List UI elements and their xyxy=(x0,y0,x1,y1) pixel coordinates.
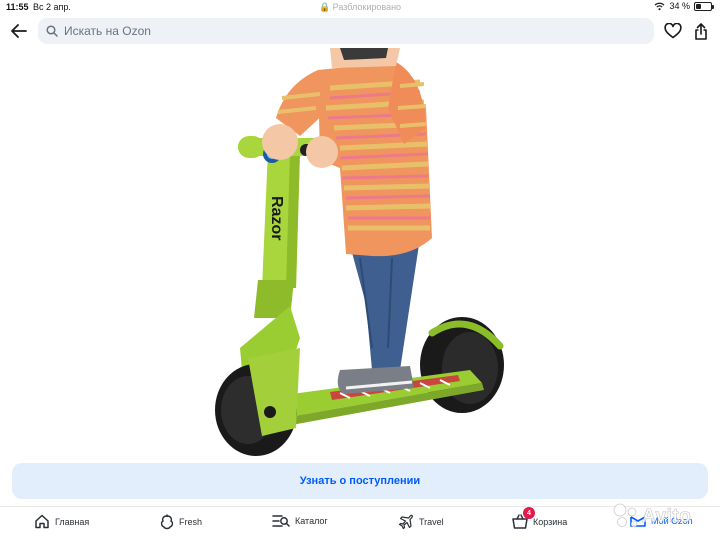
tab-home[interactable]: Главная xyxy=(34,514,89,529)
tab-cart-label: Корзина xyxy=(533,516,568,527)
tab-travel[interactable]: Travel xyxy=(398,514,444,530)
avito-watermark: Avito xyxy=(612,500,712,534)
battery-fill xyxy=(696,3,701,9)
lock-icon: 🔒 xyxy=(318,2,331,12)
tab-fresh[interactable]: Fresh xyxy=(160,514,202,530)
share-icon xyxy=(695,22,707,40)
cart-count-badge: 4 xyxy=(523,507,535,519)
catalog-icon xyxy=(272,515,290,527)
header xyxy=(0,16,720,46)
battery-percent: 34 % xyxy=(669,1,690,11)
status-bar: 11:55 Вс 2 апр. 🔒 Разблокировано 34 % xyxy=(0,0,720,14)
lock-status: 🔒 Разблокировано xyxy=(0,2,720,13)
notify-me-button[interactable]: Узнать о поступлении xyxy=(12,463,708,499)
wifi-icon xyxy=(655,2,665,10)
ozon-product-page: 11:55 Вс 2 апр. 🔒 Разблокировано 34 % Ис… xyxy=(0,0,720,540)
avito-logo-icon xyxy=(613,503,638,528)
avito-watermark-text: Avito xyxy=(642,506,692,528)
share-button[interactable] xyxy=(690,20,712,42)
tab-home-label: Главная xyxy=(55,516,90,527)
status-right: 34 % xyxy=(654,1,714,11)
cart-icon-wrap: 4 xyxy=(512,507,535,529)
home-icon xyxy=(35,514,49,529)
tab-fresh-label: Fresh xyxy=(179,517,203,527)
fresh-icon xyxy=(160,514,174,530)
brand-text: Razor xyxy=(268,196,285,240)
tab-catalog[interactable]: Каталог xyxy=(272,514,328,528)
tab-cart[interactable]: 4 Корзина xyxy=(512,507,568,529)
arrow-left-icon xyxy=(11,24,27,38)
heart-icon xyxy=(664,23,682,39)
favorite-button[interactable] xyxy=(662,20,684,42)
back-button[interactable] xyxy=(8,20,30,42)
plane-icon xyxy=(398,514,413,530)
tab-catalog-label: Каталог xyxy=(295,516,328,526)
product-image[interactable]: Razor xyxy=(0,48,720,456)
search-icon xyxy=(46,25,58,37)
tab-travel-label: Travel xyxy=(419,517,444,527)
search-input[interactable] xyxy=(64,24,624,38)
search-box[interactable] xyxy=(38,18,654,44)
battery-icon xyxy=(694,1,714,11)
lock-status-label: Разблокировано xyxy=(332,2,402,12)
